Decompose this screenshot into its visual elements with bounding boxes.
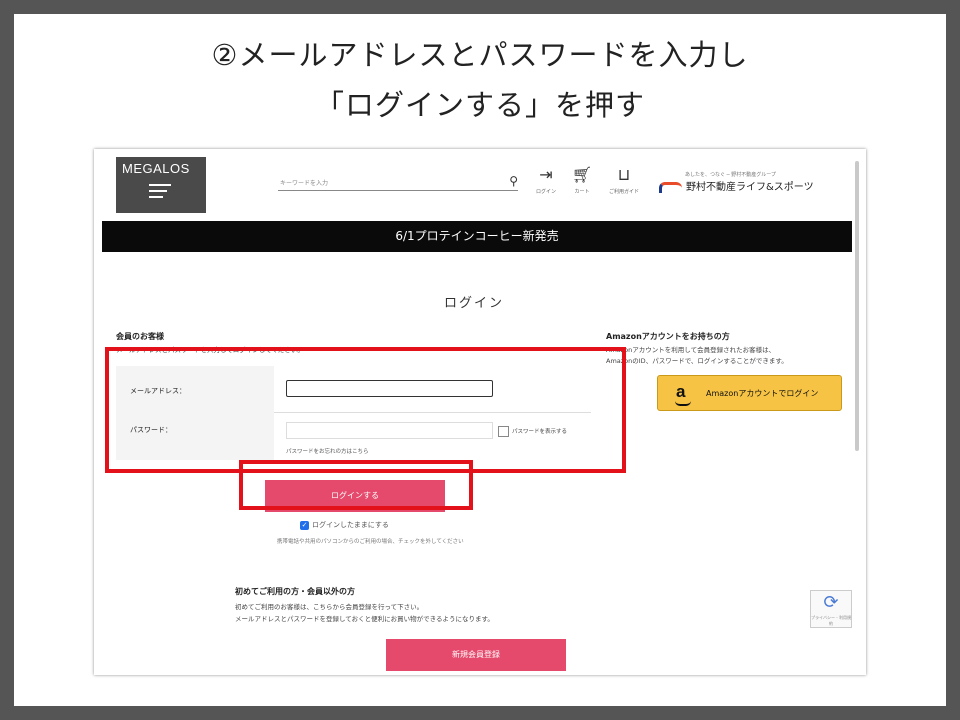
member-heading: 会員のお客様	[116, 332, 164, 341]
new-user-heading: 初めてご利用の方・会員以外の方	[235, 587, 355, 596]
amazon-button-label: Amazonアカウントでログイン	[706, 389, 819, 398]
scrollbar[interactable]	[855, 161, 859, 451]
search-box[interactable]: キーワードを入力 ⚲	[278, 174, 518, 191]
recaptcha-text: プライバシー - 利用規約	[811, 615, 851, 626]
guide-icon: ⊔	[617, 165, 631, 184]
brand-sub: あしたを、つなぐ ─ 野村不動産グループ	[685, 172, 776, 178]
highlight-login-button-box	[239, 460, 473, 510]
header-cart-label: カート	[574, 189, 590, 195]
cart-icon: 🛒︎	[571, 165, 593, 184]
amazon-heading: Amazonアカウントをお持ちの方	[606, 332, 730, 341]
register-button[interactable]: 新規会員登録	[386, 639, 566, 671]
brand-mark-icon	[659, 181, 682, 193]
recaptcha-badge[interactable]: ⟳ プライバシー - 利用規約	[810, 590, 852, 628]
brand-name: 野村不動産ライフ&スポーツ	[686, 182, 814, 193]
hamburger-menu-icon[interactable]	[149, 184, 171, 202]
keep-login-checkbox[interactable]: ✓ ログインしたままにする	[300, 520, 389, 530]
highlight-form-box	[105, 347, 626, 473]
brand-logo[interactable]: あしたを、つなぐ ─ 野村不動産グループ 野村不動産ライフ&スポーツ	[659, 171, 814, 193]
new-user-note-line1: 初めてご利用のお客様は、こちらから会員登録を行って下さい。	[235, 603, 424, 611]
header-cart-button[interactable]: 🛒︎ カート	[562, 165, 602, 196]
logo-text: MEGALOS	[122, 161, 190, 176]
slide: ②メールアドレスとパスワードを入力し 「ログインする」を押す MEGALOS キ…	[14, 14, 946, 706]
search-input[interactable]: キーワードを入力	[280, 178, 328, 187]
keep-login-note: 携帯電話や共用のパソコンからのご利用の場合、チェックを外してください	[277, 539, 464, 545]
search-icon[interactable]: ⚲	[509, 174, 518, 188]
page-title: ログイン	[443, 296, 504, 311]
header-guide-button[interactable]: ⊔ ご利用ガイド	[604, 165, 644, 196]
promo-banner[interactable]: 6/1プロテインコーヒー新発売	[102, 221, 852, 252]
site-logo[interactable]: MEGALOS	[116, 157, 206, 213]
header-guide-label: ご利用ガイド	[608, 189, 639, 195]
slide-title-line1: ②メールアドレスとパスワードを入力し	[211, 38, 749, 72]
amazon-logo-icon: a	[675, 382, 691, 406]
keep-login-label: ログインしたままにする	[312, 521, 389, 529]
amazon-note-line2: AmazonのID、パスワードで、ログインすることができます。	[606, 357, 788, 365]
new-user-note-line2: メールアドレスとパスワードを登録しておくと便利にお買い物ができるようになります。	[235, 615, 494, 623]
checkmark-icon: ✓	[300, 520, 309, 530]
login-icon: ⇥	[539, 165, 553, 184]
recaptcha-icon: ⟳	[823, 592, 839, 613]
header-login-label: ログイン	[535, 189, 556, 195]
slide-title-line2: 「ログインする」を押す	[314, 88, 645, 122]
amazon-login-button[interactable]: a Amazonアカウントでログイン	[657, 375, 842, 411]
amazon-note-line1: Amazonアカウントを利用して会員登録されたお客様は、	[606, 346, 776, 354]
header-login-button[interactable]: ⇥ ログイン	[526, 165, 566, 196]
